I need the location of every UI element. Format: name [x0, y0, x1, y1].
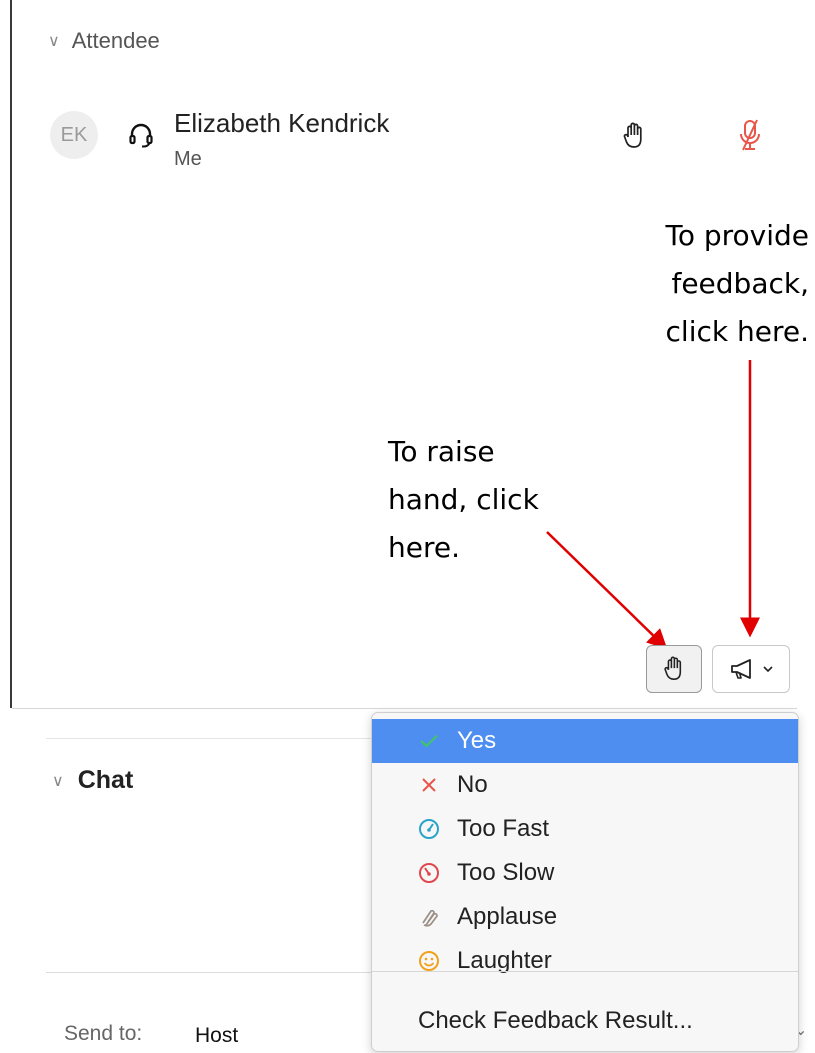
raise-hand-button[interactable] — [646, 645, 702, 693]
section-divider — [46, 738, 376, 739]
send-to-label: Send to: — [64, 1022, 143, 1045]
chevron-down-icon — [763, 666, 773, 673]
menu-item-too-fast[interactable]: Too Fast — [372, 807, 798, 851]
menu-item-laughter[interactable]: Laughter — [372, 939, 798, 983]
speedometer-fast-icon — [418, 818, 440, 840]
menu-item-no[interactable]: No — [372, 763, 798, 807]
menu-item-yes[interactable]: Yes — [372, 719, 798, 763]
annotation-arrows — [546, 360, 760, 650]
chat-section-title: Chat — [77, 766, 134, 794]
check-icon — [418, 730, 440, 752]
chevron-down-icon: ∨ — [48, 33, 60, 50]
menu-item-too-slow[interactable]: Too Slow — [372, 851, 798, 895]
attendee-subtitle: Me — [174, 148, 202, 170]
raise-hand-icon — [664, 656, 682, 681]
chevron-down-icon: ∨ — [52, 772, 64, 790]
menu-separator — [372, 971, 798, 972]
panel-left-border — [10, 0, 12, 708]
clapping-hands-icon — [418, 906, 440, 928]
attendee-section-title: Attendee — [71, 28, 160, 53]
megaphone-icon — [731, 659, 751, 679]
callout-line: hand, click — [388, 483, 539, 516]
raise-hand-instruction-callout: To raise hand, click here. — [388, 428, 588, 572]
menu-item-check-feedback-result[interactable]: Check Feedback Result... — [372, 999, 798, 1043]
callout-line: here. — [388, 531, 460, 564]
avatar: EK — [50, 111, 98, 159]
menu-item-label: No — [457, 771, 488, 798]
microphone-muted-icon[interactable] — [735, 117, 765, 153]
raise-hand-status-icon — [623, 122, 642, 148]
feedback-instruction-callout: To provide feedback, click here. — [609, 212, 809, 356]
feedback-dropdown-menu: Yes No Too Fast Too Slow Applause Laught… — [371, 712, 799, 1052]
smiley-icon — [418, 950, 440, 972]
feedback-button[interactable] — [712, 645, 790, 693]
menu-item-applause[interactable]: Applause — [372, 895, 798, 939]
panel-divider — [12, 708, 797, 709]
attendee-name: Elizabeth Kendrick — [174, 108, 390, 138]
callout-line: click here. — [665, 315, 809, 348]
speedometer-slow-icon — [418, 862, 440, 884]
menu-item-label: Yes — [457, 727, 497, 754]
attendee-section-header[interactable]: ∨ Attendee — [48, 28, 160, 54]
section-divider — [46, 972, 376, 973]
x-icon — [418, 774, 440, 796]
menu-item-label: Too Fast — [457, 815, 550, 842]
chat-section-header[interactable]: ∨ Chat — [52, 766, 133, 795]
menu-item-label: Applause — [457, 903, 558, 930]
headset-icon — [129, 123, 153, 148]
callout-line: feedback, — [671, 267, 809, 300]
menu-item-label: Too Slow — [457, 859, 555, 886]
callout-line: To raise — [388, 435, 495, 468]
send-to-select[interactable]: Host — [195, 1024, 238, 1048]
callout-line: To provide — [665, 219, 809, 252]
